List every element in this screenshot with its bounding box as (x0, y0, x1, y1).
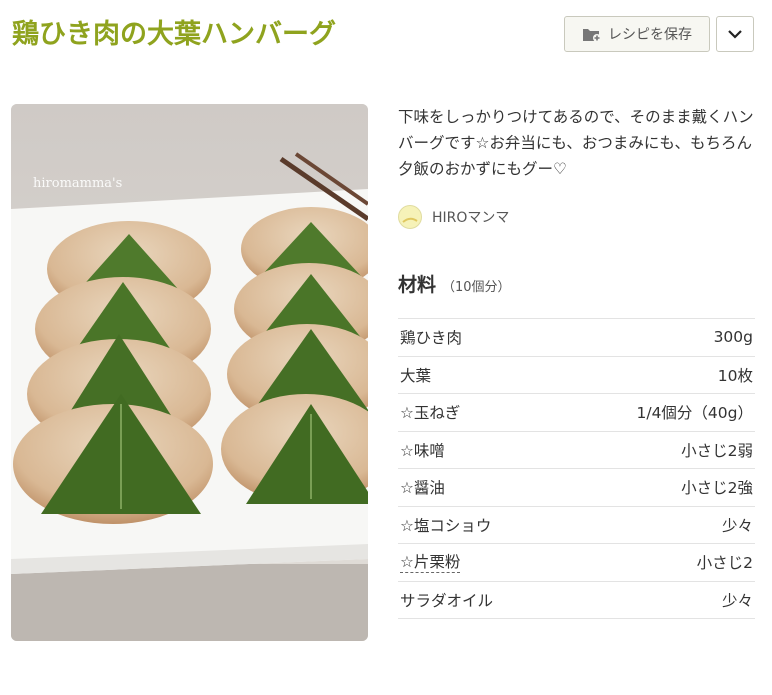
recipe-title: 鶏ひき肉の大葉ハンバーグ (12, 19, 336, 50)
ingredients-title: 材料 (398, 274, 437, 296)
ingredients-heading: 材料 （10個分） (398, 270, 511, 297)
ingredient-row: 大葉 10枚 (398, 357, 755, 394)
author-link[interactable]: HIROマンマ (398, 205, 509, 229)
ingredient-name: ☆醤油 (400, 479, 445, 498)
ingredient-row: 鶏ひき肉 300g (398, 319, 755, 357)
ingredient-amount: 300g (713, 328, 753, 347)
ingredient-amount: 少々 (721, 591, 753, 610)
save-recipe-label: レシピを保存 (608, 27, 692, 43)
ingredient-amount: 少々 (721, 516, 753, 535)
recipe-description: 下味をしっかりつけてあるので、そのまま戴くハンバーグです☆お弁当にも、おつまみに… (398, 108, 754, 178)
chevron-down-icon (728, 30, 742, 39)
author-avatar (398, 205, 422, 229)
more-menu-button[interactable] (716, 16, 754, 52)
ingredients-list: 鶏ひき肉 300g 大葉 10枚 ☆玉ねぎ 1/4個分（40g） ☆味噌 小さじ… (398, 318, 755, 619)
author-name: HIROマンマ (432, 210, 510, 226)
ingredient-amount: 10枚 (717, 366, 753, 385)
save-recipe-button[interactable]: レシピを保存 (564, 16, 710, 52)
ingredient-amount: 1/4個分（40g） (636, 404, 753, 423)
ingredient-row: ☆醤油 小さじ2強 (398, 469, 755, 507)
ingredient-name-link[interactable]: ☆片栗粉 (400, 552, 461, 573)
ingredient-row: ☆味噌 小さじ2弱 (398, 432, 755, 469)
ingredient-row: ☆塩コショウ 少々 (398, 507, 755, 544)
ingredient-name: ☆塩コショウ (400, 516, 492, 535)
ingredient-name: 鶏ひき肉 (400, 329, 463, 348)
ingredient-name: ☆玉ねぎ (400, 404, 461, 423)
photo-watermark: hiromamma's (33, 176, 123, 191)
avatar-icon (402, 217, 418, 223)
ingredient-amount: 小さじ2強 (681, 479, 753, 498)
recipe-photo: hiromamma's (11, 104, 368, 641)
ingredient-name: サラダオイル (400, 591, 494, 610)
ingredients-servings: （10個分） (442, 280, 511, 295)
ingredient-name: 大葉 (400, 366, 432, 385)
ingredient-amount: 小さじ2弱 (681, 441, 753, 460)
folder-plus-icon (583, 29, 601, 42)
ingredient-amount: 小さじ2 (696, 554, 753, 573)
ingredient-name: ☆味噌 (400, 441, 445, 460)
ingredient-row: ☆片栗粉 小さじ2 (398, 544, 755, 582)
ingredient-row: サラダオイル 少々 (398, 582, 755, 619)
ingredient-row: ☆玉ねぎ 1/4個分（40g） (398, 394, 755, 432)
